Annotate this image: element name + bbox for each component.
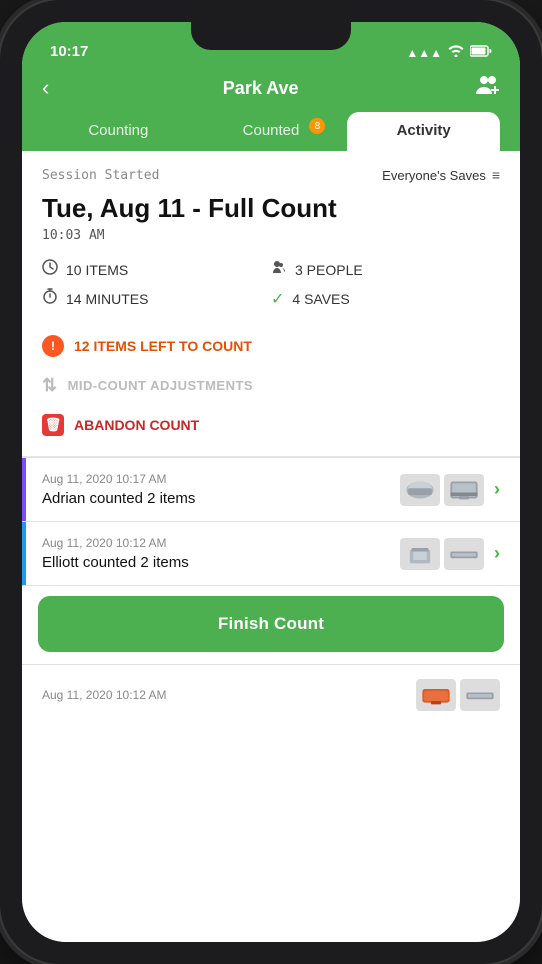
finish-button-wrapper: Finish Count — [22, 585, 520, 664]
thumb-1b — [444, 474, 484, 506]
stat-people-value: 3 PEOPLE — [295, 262, 363, 278]
add-person-button[interactable] — [472, 74, 500, 102]
session-time: 10:03 AM — [42, 228, 500, 243]
thumb-2a — [400, 538, 440, 570]
tabs: Counting Counted 8 Activity — [42, 112, 500, 151]
stat-minutes: 14 MINUTES — [42, 288, 271, 309]
chevron-right-icon-2: › — [494, 543, 500, 564]
header-row: ‹ Park Ave — [42, 74, 500, 112]
items-left-alert[interactable]: ! 12 ITEMS LEFT TO COUNT — [42, 325, 500, 367]
activity-meta-2: Aug 11, 2020 10:12 AM Elliott counted 2 … — [42, 536, 189, 571]
content-area: Session Started Everyone's Saves ≡ Tue, … — [22, 151, 520, 942]
thumb-p2 — [460, 679, 500, 711]
stat-saves: ✓ 4 SAVES — [271, 288, 500, 309]
activity-right-1: › — [400, 474, 500, 506]
header: ‹ Park Ave Counting Counted 8 Act — [22, 66, 520, 151]
activity-item-2[interactable]: Aug 11, 2020 10:12 AM Elliott counted 2 … — [22, 521, 520, 585]
stat-people: 3 PEOPLE — [271, 259, 500, 280]
signal-icon: ▲▲▲ — [406, 46, 442, 60]
partial-date: Aug 11, 2020 10:12 AM — [42, 688, 167, 702]
activity-item-partial: Aug 11, 2020 10:12 AM — [22, 664, 520, 725]
wifi-icon — [448, 45, 464, 60]
abandon-label: ABANDON COUNT — [74, 417, 199, 433]
stats-grid: 10 ITEMS 3 PEOPLE 14 MINUTES — [42, 259, 500, 309]
tab-activity[interactable]: Activity — [347, 112, 500, 151]
people-icon — [271, 259, 287, 280]
stat-items: 10 ITEMS — [42, 259, 271, 280]
mid-count-adjustments: ⇅ MID-COUNT ADJUSTMENTS — [42, 367, 500, 404]
thumb-p1 — [416, 679, 456, 711]
stat-items-value: 10 ITEMS — [66, 262, 128, 278]
timer-icon — [42, 288, 58, 309]
phone-screen: 10:17 ▲▲▲ ‹ — [22, 22, 520, 942]
activity-desc-2: Elliott counted 2 items — [42, 554, 189, 571]
mid-count-icon: ⇅ — [42, 375, 58, 396]
thumb-1a — [400, 474, 440, 506]
stat-saves-value: 4 SAVES — [292, 291, 349, 307]
filter-label: Everyone's Saves — [382, 168, 486, 183]
activity-item-1[interactable]: Aug 11, 2020 10:17 AM Adrian counted 2 i… — [22, 457, 520, 521]
tab-counting[interactable]: Counting — [42, 112, 195, 151]
phone-frame: 10:17 ▲▲▲ ‹ — [0, 0, 542, 964]
session-label: Session Started — [42, 168, 159, 183]
items-left-label: 12 ITEMS LEFT TO COUNT — [74, 338, 252, 354]
battery-icon — [470, 45, 492, 60]
activity-date-2: Aug 11, 2020 10:12 AM — [42, 536, 189, 550]
activity-date-1: Aug 11, 2020 10:17 AM — [42, 472, 195, 486]
thumb-2b — [444, 538, 484, 570]
activity-thumbnails-2 — [400, 538, 484, 570]
status-time: 10:17 — [50, 43, 88, 60]
session-filter[interactable]: Everyone's Saves ≡ — [382, 167, 500, 183]
activity-meta-1: Aug 11, 2020 10:17 AM Adrian counted 2 i… — [42, 472, 195, 507]
partial-thumbnails — [416, 679, 500, 711]
session-title: Tue, Aug 11 - Full Count — [42, 193, 500, 224]
alert-icon: ! — [42, 335, 64, 357]
stat-minutes-value: 14 MINUTES — [66, 291, 148, 307]
session-header: Session Started Everyone's Saves ≡ — [42, 167, 500, 183]
finish-count-button[interactable]: Finish Count — [38, 596, 504, 652]
trash-icon: 🗑 — [42, 414, 64, 436]
tab-counted[interactable]: Counted 8 — [195, 112, 348, 151]
chevron-right-icon-1: › — [494, 479, 500, 500]
counted-badge: 8 — [309, 118, 325, 134]
clock-icon — [42, 259, 58, 280]
notch — [191, 22, 351, 50]
filter-icon: ≡ — [492, 167, 500, 183]
back-button[interactable]: ‹ — [42, 75, 49, 101]
session-section: Session Started Everyone's Saves ≡ Tue, … — [22, 151, 520, 457]
abandon-count[interactable]: 🗑 ABANDON COUNT — [42, 404, 500, 446]
check-icon: ✓ — [271, 289, 284, 309]
mid-count-label: MID-COUNT ADJUSTMENTS — [68, 378, 254, 393]
activity-thumbnails-1 — [400, 474, 484, 506]
status-icons: ▲▲▲ — [406, 45, 492, 60]
activity-desc-1: Adrian counted 2 items — [42, 490, 195, 507]
activity-right-2: › — [400, 538, 500, 570]
page-title: Park Ave — [223, 78, 299, 99]
